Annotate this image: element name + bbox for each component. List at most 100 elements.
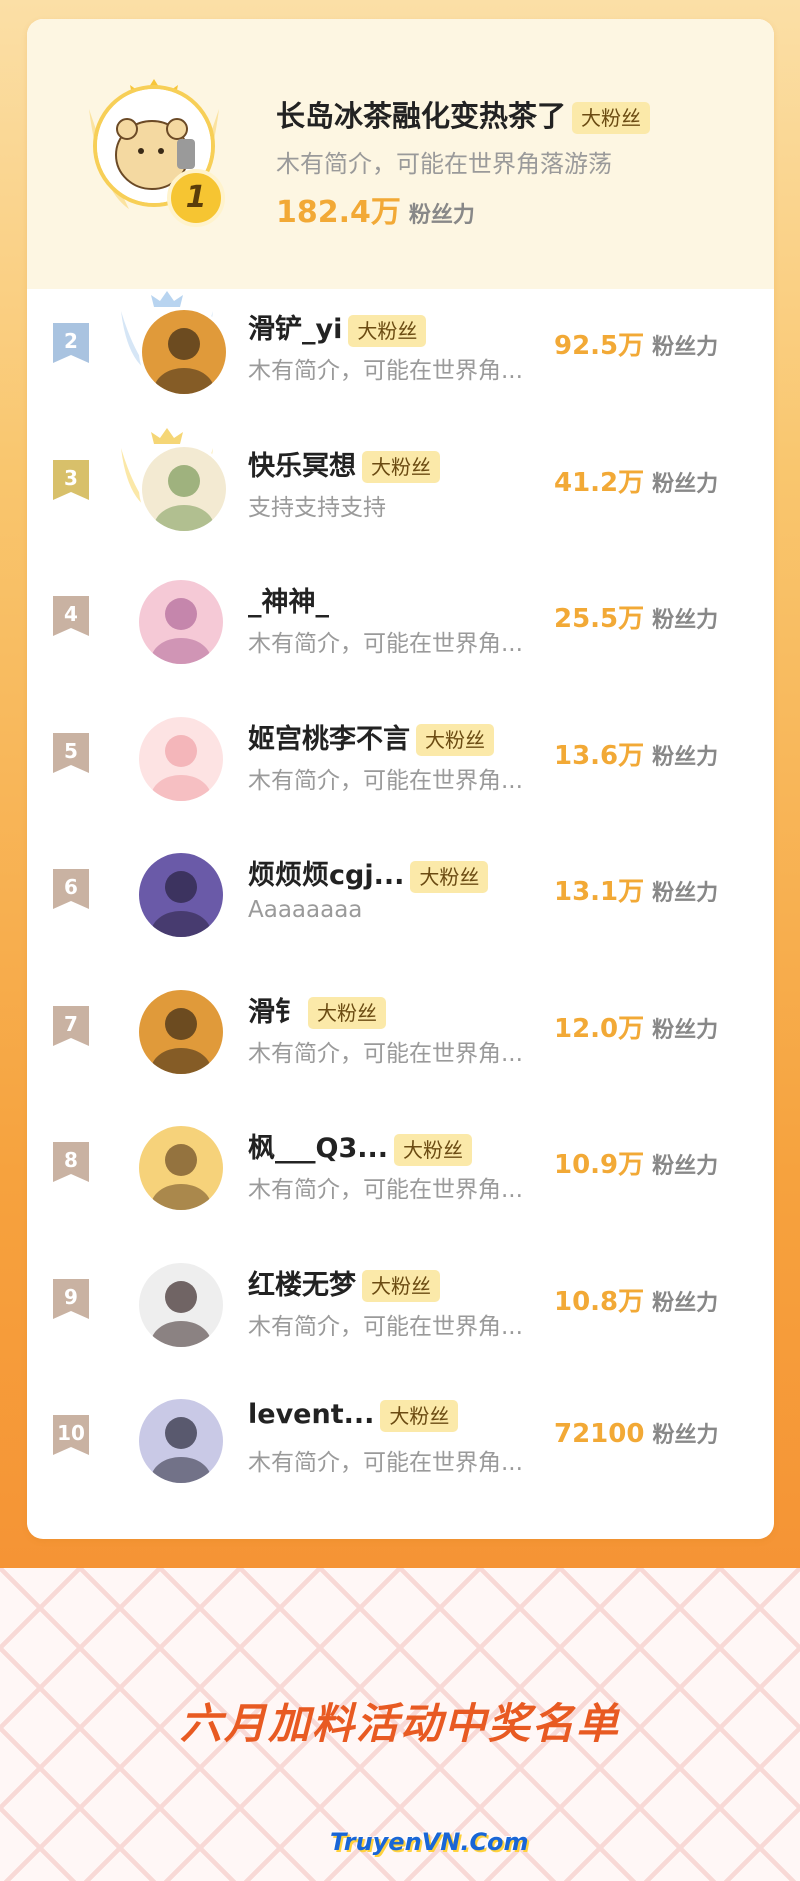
rank-flag: 4	[53, 596, 89, 636]
avatar-frame	[125, 1249, 233, 1349]
avatar[interactable]	[139, 580, 223, 664]
fan-badge: 大粉丝	[572, 102, 651, 134]
list-item[interactable]: 9 红楼无梦 大粉丝 木有简介，可能在世界角... 10.8万 粉丝力	[27, 1231, 774, 1367]
list-item[interactable]: 8 枫___Q3... 大粉丝 木有简介，可能在世界角... 10.9万 粉丝力	[27, 1094, 774, 1230]
fan-badge: 大粉丝	[380, 1399, 459, 1432]
fan-badge: 大粉丝	[308, 997, 386, 1029]
fan-power-value: 182.4万	[276, 195, 401, 230]
fan-power-value: 13.1万	[554, 877, 645, 907]
user-bio: 木有简介，可能在世界角落游荡	[276, 150, 612, 178]
user-name[interactable]: _神神_	[248, 587, 329, 618]
name-line: _神神_	[248, 580, 329, 619]
list-item[interactable]: 6 烦烦烦cgj... 大粉丝 Aaaaaaaa 13.1万 粉丝力	[27, 821, 774, 957]
user-bio: 木有简介，可能在世界角...	[248, 767, 523, 794]
fan-badge: 大粉丝	[348, 314, 427, 347]
first-name-line: 长岛冰茶融化变热茶了 大粉丝	[276, 93, 651, 135]
rank-number: 8	[64, 1148, 78, 1172]
list-item[interactable]: 4 _神神_ 木有简介，可能在世界角... 25.5万 粉丝力	[27, 548, 774, 684]
rank-number: 4	[64, 602, 78, 626]
rank-number: 10	[57, 1421, 85, 1445]
avatar-frame	[121, 427, 233, 534]
user-bio: 木有简介，可能在世界角...	[248, 1177, 523, 1203]
user-name[interactable]: 姬宫桃李不言	[248, 724, 410, 755]
user-avatar-icon	[139, 853, 223, 937]
user-bio: 木有简介，可能在世界角...	[248, 1450, 523, 1476]
fan-power: 13.6万 粉丝力	[554, 735, 718, 772]
user-bio: Aaaaaaaa	[248, 897, 363, 923]
user-avatar-icon	[142, 446, 226, 531]
site-logo: TruyenVN.Com	[330, 1828, 529, 1856]
fan-power-label: 粉丝力	[652, 335, 719, 360]
list-item[interactable]: 3 快乐冥想 大粉丝 支持支持支持 41.2万 粉丝力	[27, 412, 774, 548]
fan-power-label: 粉丝力	[652, 471, 719, 497]
fan-power-value: 41.2万	[554, 467, 645, 498]
list-item[interactable]: 2 滑铲_yi 大粉丝 木有简介，可能在世界角... 92.5万 粉丝力	[27, 275, 774, 411]
fan-power: 25.5万 粉丝力	[554, 598, 718, 635]
fan-power-value: 92.5万	[554, 331, 645, 361]
fan-power: 72100 粉丝力	[554, 1417, 718, 1449]
fan-power-label: 粉丝力	[408, 203, 475, 228]
list-item[interactable]: 10 levent... 大粉丝 木有简介，可能在世界角... 72100 粉丝力	[27, 1367, 774, 1503]
user-name[interactable]: 快乐冥想	[248, 451, 356, 482]
avatar[interactable]	[139, 1126, 223, 1210]
rank-flag: 5	[53, 732, 89, 773]
list-item[interactable]: 7 滑钅 大粉丝 木有简介，可能在世界角... 12.0万 粉丝力	[27, 958, 774, 1094]
user-name[interactable]: 滑铲_yi	[248, 314, 342, 345]
name-line: 滑铲_yi 大粉丝	[248, 307, 427, 347]
rank-number: 5	[64, 738, 78, 763]
fan-power: 92.5万 粉丝力	[554, 325, 718, 362]
user-name[interactable]: 长岛冰茶融化变热茶了	[276, 99, 566, 133]
fan-power-value: 25.5万	[554, 604, 645, 634]
fan-power: 12.0万 粉丝力	[554, 1008, 718, 1045]
avatar[interactable]	[139, 989, 223, 1074]
user-bio: 支持支持支持	[248, 494, 386, 521]
fan-power-label: 粉丝力	[652, 608, 719, 633]
avatar-frame	[125, 839, 233, 939]
name-line: levent... 大粉丝	[248, 1399, 459, 1432]
user-name[interactable]: levent...	[248, 1399, 374, 1430]
fan-badge: 大粉丝	[410, 860, 489, 893]
name-line: 烦烦烦cgj... 大粉丝	[248, 853, 489, 893]
avatar[interactable]	[139, 716, 223, 801]
user-avatar-icon	[139, 1262, 223, 1347]
rank-medal: 1	[167, 169, 225, 227]
name-line: 枫___Q3... 大粉丝	[248, 1126, 473, 1166]
rank-number: 6	[64, 875, 78, 899]
avatar[interactable]	[139, 443, 229, 534]
avatar[interactable]	[139, 853, 223, 937]
name-line: 滑钅 大粉丝	[248, 990, 386, 1029]
user-avatar-icon	[139, 1126, 223, 1210]
fan-power: 13.1万 粉丝力	[554, 871, 718, 908]
rank-number: 7	[64, 1011, 78, 1036]
user-bio: 木有简介，可能在世界角...	[248, 358, 523, 384]
name-line: 快乐冥想 大粉丝	[248, 444, 440, 483]
user-name[interactable]: 枫___Q3...	[248, 1133, 388, 1164]
user-name[interactable]: 红楼无梦	[248, 1270, 356, 1301]
list-item[interactable]: 5 姬宫桃李不言 大粉丝 木有简介，可能在世界角... 13.6万 粉丝力	[27, 685, 774, 821]
user-bio: 木有简介，可能在世界角...	[248, 1313, 523, 1340]
avatar-frame	[125, 1385, 233, 1485]
fan-power-value: 10.8万	[554, 1286, 645, 1317]
rank-flag: 3	[53, 459, 89, 500]
fan-badge: 大粉丝	[394, 1133, 473, 1166]
fan-power: 10.9万 粉丝力	[554, 1144, 718, 1181]
avatar-frame	[125, 703, 233, 803]
fan-badge: 大粉丝	[362, 1270, 440, 1302]
rank-number: 3	[64, 465, 78, 490]
user-avatar-icon	[139, 989, 223, 1074]
avatar[interactable]	[139, 1399, 223, 1483]
user-bio: 木有简介，可能在世界角...	[248, 631, 523, 657]
first-place-entry[interactable]: 1 长岛冰茶融化变热茶了 大粉丝 木有简介，可能在世界角落游荡 182.4万 粉丝力	[27, 19, 774, 289]
user-avatar-icon	[139, 1399, 223, 1483]
user-name[interactable]: 滑钅	[248, 997, 302, 1028]
avatar[interactable]	[139, 307, 229, 397]
fan-power: 10.8万 粉丝力	[554, 1281, 718, 1318]
rank-flag: 9	[53, 1278, 89, 1319]
user-bio: 木有简介，可能在世界角...	[248, 1040, 523, 1067]
name-line: 姬宫桃李不言 大粉丝	[248, 717, 494, 756]
rank-flag: 8	[53, 1142, 89, 1182]
fan-power: 182.4万 粉丝力	[276, 187, 475, 231]
user-name[interactable]: 烦烦烦cgj...	[248, 860, 404, 891]
avatar[interactable]	[139, 1262, 223, 1347]
user-avatar-icon	[139, 716, 223, 801]
